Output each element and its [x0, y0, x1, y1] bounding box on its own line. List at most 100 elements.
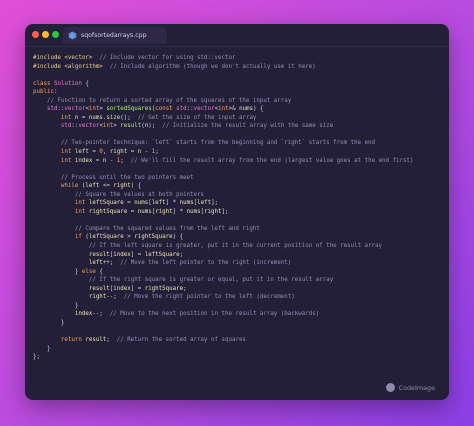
- code-token: ] =: [130, 251, 145, 258]
- code-token: right: [113, 183, 131, 190]
- code-token: >&: [228, 106, 240, 113]
- code-token: -: [109, 157, 117, 164]
- code-line: // Compare the squared values from the l…: [33, 225, 445, 234]
- code-token: // Compare the squared values from the l…: [33, 225, 260, 232]
- code-token: size: [106, 114, 121, 121]
- code-token: =: [130, 208, 138, 215]
- code-token: ;: [179, 251, 184, 258]
- code-token: ::: [186, 106, 194, 113]
- code-token: {: [99, 268, 103, 275]
- code-line: #include <vector> // Include vector for …: [33, 54, 445, 63]
- code-token: // Initialize the result array with the …: [155, 123, 334, 130]
- code-token: // Square the values at both pointers: [33, 191, 205, 198]
- code-line: while (left <= right) {: [33, 182, 445, 191]
- code-token: ;: [155, 149, 159, 156]
- code-token: nums: [134, 200, 149, 207]
- title-bar: C sqofsortedarrays.cpp: [25, 24, 449, 47]
- code-token: vector: [78, 123, 100, 130]
- code-token: else: [81, 268, 100, 275]
- code-token: vector: [64, 106, 86, 113]
- code-line: } else {: [33, 268, 445, 277]
- code-token: leftSquare: [144, 251, 180, 258]
- code-token: left: [151, 200, 166, 207]
- code-line: int index = n - 1; // We'll fill the res…: [33, 157, 445, 166]
- code-token: =: [81, 114, 89, 121]
- code-line: return result; // Return the sorted arra…: [33, 336, 445, 345]
- code-token: right: [204, 208, 222, 215]
- code-token: while: [33, 183, 82, 190]
- code-token: rightSquare: [88, 208, 131, 215]
- code-token: {: [85, 80, 89, 87]
- code-token: int: [88, 106, 100, 113]
- code-token: }: [33, 319, 65, 326]
- code-token: if: [33, 234, 86, 241]
- code-token: nums: [137, 208, 152, 215]
- code-token: result: [33, 285, 110, 292]
- code-token: #include <vector>: [33, 55, 93, 61]
- code-token: index: [33, 311, 93, 318]
- code-line: #include <algorithm> // Include algorith…: [33, 63, 445, 72]
- codeimage-logo-icon: [385, 383, 395, 392]
- maximize-button[interactable]: [52, 31, 59, 38]
- code-token: int: [33, 114, 75, 121]
- code-line: // Square the values at both pointers: [33, 191, 445, 200]
- minimize-button[interactable]: [42, 31, 49, 38]
- code-token: // If the right square is greater or equ…: [33, 277, 334, 284]
- code-token: ] *: [165, 200, 180, 207]
- code-token: <=: [102, 183, 114, 190]
- code-line: }: [33, 319, 445, 328]
- code-token: std: [176, 106, 187, 113]
- code-line: // If the right square is greater or equ…: [33, 276, 445, 285]
- code-token: return: [33, 337, 86, 344]
- code-line: if (leftSquare > rightSquare) {: [33, 233, 445, 242]
- code-token: right: [109, 149, 131, 156]
- code-token: --;: [106, 294, 117, 301]
- close-button[interactable]: [32, 31, 39, 38]
- code-token: rightSquare: [134, 234, 173, 241]
- code-token: }: [33, 302, 79, 309]
- code-editor[interactable]: #include <vector> // Include vector for …: [33, 54, 445, 362]
- code-line: // Process until the two pointers meet: [33, 174, 445, 183]
- code-token: // We'll fill the result array from the …: [123, 157, 414, 164]
- code-token: =: [95, 157, 103, 164]
- code-token: -: [144, 149, 152, 156]
- code-token: ;: [183, 285, 187, 292]
- code-token: =: [130, 149, 138, 156]
- code-token: // If the left square is greater, put it…: [33, 243, 383, 250]
- code-token: int: [33, 200, 89, 207]
- code-token: ++;: [102, 260, 114, 267]
- code-token: sortedSquares: [106, 106, 152, 113]
- code-line: // If the left square is greater, put it…: [33, 242, 445, 251]
- code-token: rightSquare: [144, 285, 184, 292]
- code-line: result[index] = leftSquare;: [33, 251, 445, 260]
- code-token: // Include vector for using std::vector: [92, 55, 236, 61]
- code-token: // Move the right pointer to the left (d…: [116, 294, 295, 301]
- file-tab-label: sqofsortedarrays.cpp: [81, 32, 147, 39]
- code-token: std: [33, 106, 58, 113]
- code-line: int leftSquare = nums[left] * nums[left]…: [33, 199, 445, 208]
- code-token: ();: [120, 114, 131, 121]
- code-window: C sqofsortedarrays.cpp #include <vector>…: [25, 24, 449, 400]
- code-line: int left = 0, right = n - 1;: [33, 148, 445, 157]
- code-line: int n = nums.size(); // Get the size of …: [33, 114, 445, 123]
- code-token: index: [74, 157, 96, 164]
- code-line: public:: [33, 88, 445, 97]
- file-tab[interactable]: C sqofsortedarrays.cpp: [63, 27, 167, 44]
- code-token: int: [102, 123, 114, 130]
- code-token: leftSquare: [88, 234, 128, 241]
- code-token: std: [33, 123, 72, 130]
- code-token: n: [102, 157, 110, 164]
- code-token: nums: [179, 200, 194, 207]
- code-token: left: [85, 183, 103, 190]
- code-token: // Return the sorted array of squares: [109, 337, 246, 344]
- brand-label: CodeImage: [398, 383, 435, 392]
- code-line: };: [33, 353, 445, 362]
- code-line: int rightSquare = nums[right] * nums[rig…: [33, 208, 445, 217]
- code-token: ];: [221, 208, 229, 215]
- code-token: int: [33, 208, 89, 215]
- code-line: result[index] = rightSquare;: [33, 285, 445, 294]
- code-line: right--; // Move the right pointer to th…: [33, 293, 445, 302]
